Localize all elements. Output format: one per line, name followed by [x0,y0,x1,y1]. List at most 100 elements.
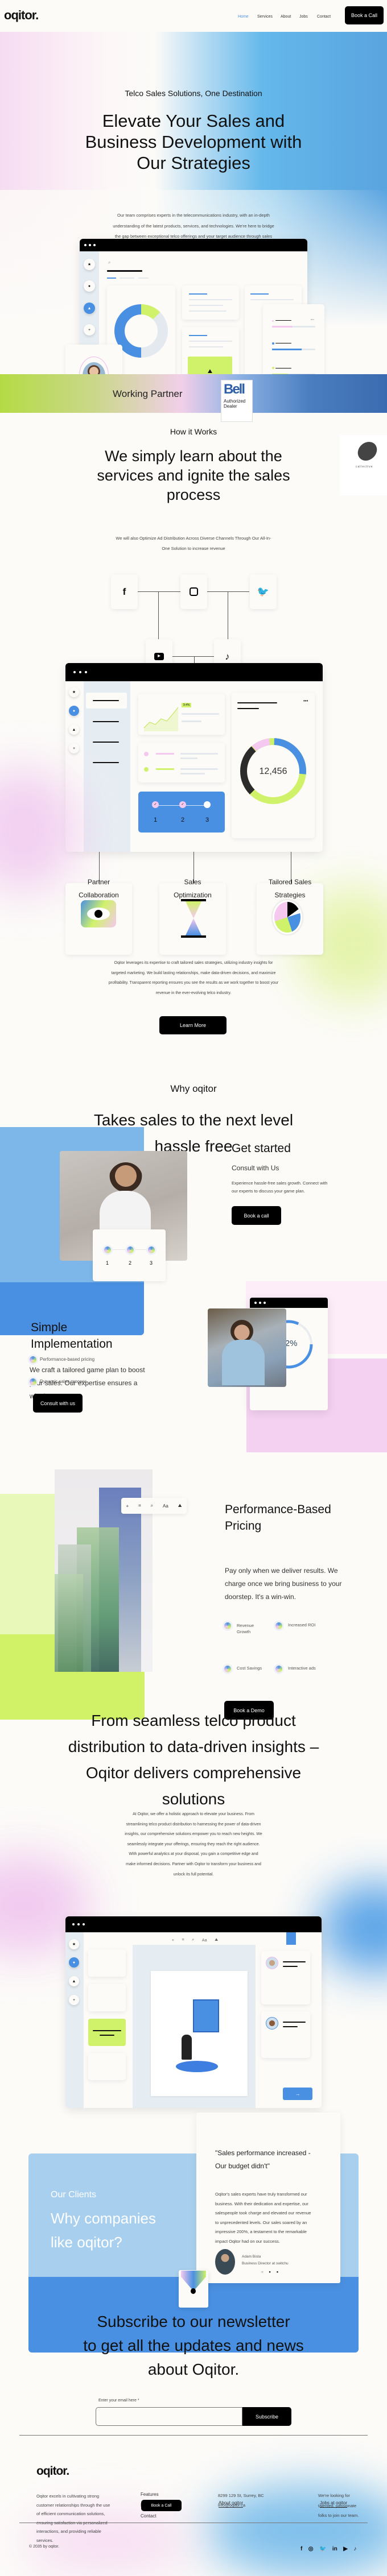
step-number: 1 [154,817,158,823]
hero-title-line: Our Strategies [137,153,250,173]
how-eyebrow: How it Works [170,427,217,436]
newsletter-title: Subscribe to our newsletter to get all t… [83,2313,304,2378]
solutions-title: From seamless telco product distribution… [68,1712,319,1808]
device-toggle-active[interactable] [286,1932,296,1945]
email-input[interactable] [96,2407,242,2426]
trend-line-chart [143,707,179,731]
plus-icon: + [84,324,95,336]
pricing-bullet: Increased ROI [275,1622,315,1629]
text-icon: Aa [201,1938,207,1943]
jobs-link[interactable]: Jobs at oqitor [320,2500,348,2508]
pricing-body: Pay only when we deliver results. We cha… [225,1567,342,1601]
footer-divider [19,2435,368,2436]
how-body-line: We will also Optimize Ad Distribution Ac… [116,536,271,541]
trend-card: 9.4% [138,694,225,735]
avatar [266,1957,278,1969]
editor-mockup: ★ ● ▲ + + ⌗ ⌕ Aa ⛰ → [65,1916,322,2108]
comment-card [261,1951,310,2005]
editor-toolbar: + ⌗ ⌕ Aa ⛰ [168,1935,222,1946]
pricing-bullet: Cost Savings [224,1666,262,1672]
hero-eyebrow: Telco Sales Solutions, One Destination [125,89,262,98]
steps-mini-card: 1 2 3 [93,1229,166,1281]
twitter-icon[interactable]: 🐦 [250,574,277,609]
selected-slide[interactable] [88,2019,126,2046]
nav-jobs[interactable]: Jobs [299,15,308,19]
nav-about[interactable]: About [281,15,291,19]
why-eyebrow: Why oqitor [170,1083,217,1094]
pricing-bullet: Revenue Growth [224,1622,254,1635]
how-title: We simply learn about the services and i… [0,446,387,504]
instagram-icon[interactable] [180,574,207,609]
email-label: Enter your email here * [98,2399,139,2403]
analytics-dashboard-mockup: ★ ● ▲ + 9.4% ✓ ✓ 1 2 3 ••• 12,456 [65,663,323,852]
instagram-icon[interactable]: ◎ [308,2546,314,2552]
text-icon[interactable]: Aa [163,1504,168,1509]
how-body-line: One Solution to increase revenue [162,546,225,551]
step-number: 2 [181,817,185,823]
footer-address: 8299 129 St, Surrey, BC [218,2493,264,2498]
logo[interactable]: oqitor. [4,8,39,23]
footer-book-call-button[interactable]: Book a Call [141,2500,182,2511]
book-call-small-button[interactable]: Book a call [232,1206,281,1225]
eye-icon [81,900,116,927]
author-avatar [215,2249,235,2275]
nav-home[interactable]: Home [238,15,249,19]
clients-title: Why companies like oqitor? [51,2210,156,2251]
linkedin-icon[interactable]: in [332,2546,337,2552]
facebook-icon[interactable]: f [111,574,138,609]
youtube-icon[interactable]: ▶ [343,2546,348,2552]
crop-icon[interactable]: ⌗ [138,1503,141,1509]
add-icon[interactable]: + [126,1504,129,1509]
consult-button[interactable]: Consult with us [33,1394,83,1413]
add-icon: + [171,1938,174,1943]
connector-line [172,656,214,657]
book-call-button[interactable]: Book a Call [345,6,384,24]
window-titlebar [65,1916,322,1932]
window-titlebar [250,1298,328,1308]
bell-logo-sub: Dealer [224,404,237,409]
about-oqitor-link[interactable]: About oqitor [219,2500,244,2508]
nav-contact[interactable]: Contact [317,15,331,19]
arrow-right-icon[interactable]: → [283,2088,312,2100]
footer-link-features[interactable]: Features [141,2489,162,2500]
get-started-body: Experience hassle-free sales growth. Con… [232,1181,328,1194]
tiktok-icon[interactable]: ♪ [353,2546,356,2552]
search-icon: ⌕ [192,1938,195,1942]
how-learn-more-button[interactable]: Learn More [159,1016,227,1034]
image-icon: ⛰ [215,1938,219,1942]
footer-logo[interactable]: oqitor. [36,2465,69,2478]
how-title-line: services and ignite the sales [97,467,290,484]
facebook-icon[interactable]: f [300,2546,302,2552]
twitter-icon[interactable]: 🐦 [319,2546,326,2552]
how-title-line: We simply learn about the [105,448,282,465]
bullet-item: Performance-based pricing [30,1356,94,1363]
carousel-dots[interactable]: ○ ● ● [261,2271,281,2274]
testimonial-card: "Sales performance increased - Our budge… [196,2113,340,2283]
more-icon[interactable]: ••• [303,698,308,703]
pricing-bullet: Interactive ads [275,1666,316,1672]
check-icon [30,1378,36,1385]
search-icon[interactable]: ⌕ [151,1503,153,1509]
canvas-page [151,1971,248,2096]
man-laptop-photo [208,1308,286,1387]
plus-icon: + [69,1995,79,2005]
window-titlebar [65,663,323,681]
bullet-item: Dynamic sales process [30,1378,87,1385]
get-started-subtitle: Consult with Us [232,1164,279,1172]
subscribe-button[interactable]: Subscribe [242,2407,291,2426]
hero-body-line: Our team comprises experts in the teleco… [117,213,270,218]
growth-badge: 9.4% [182,703,192,707]
nav-services[interactable]: Services [257,15,273,19]
image-icon[interactable]: ⛰ [178,1503,182,1509]
footer-about: Oqitor excels in cultivating strong cust… [36,2494,110,2543]
dot-icon: ● [69,706,79,716]
pie-chart-icon [273,900,302,934]
footer-link-contact[interactable]: Contact [141,2511,162,2521]
search-icon: ⌕ [108,260,111,265]
window-titlebar [80,239,307,251]
star-icon: ★ [69,687,79,697]
bell-logo[interactable]: Bell Authorized Dealer [221,380,253,422]
feature-label: Tailored Sales Strategies [268,878,312,899]
star-icon: ★ [69,1939,79,1949]
get-started-title: Get started [232,1142,291,1155]
